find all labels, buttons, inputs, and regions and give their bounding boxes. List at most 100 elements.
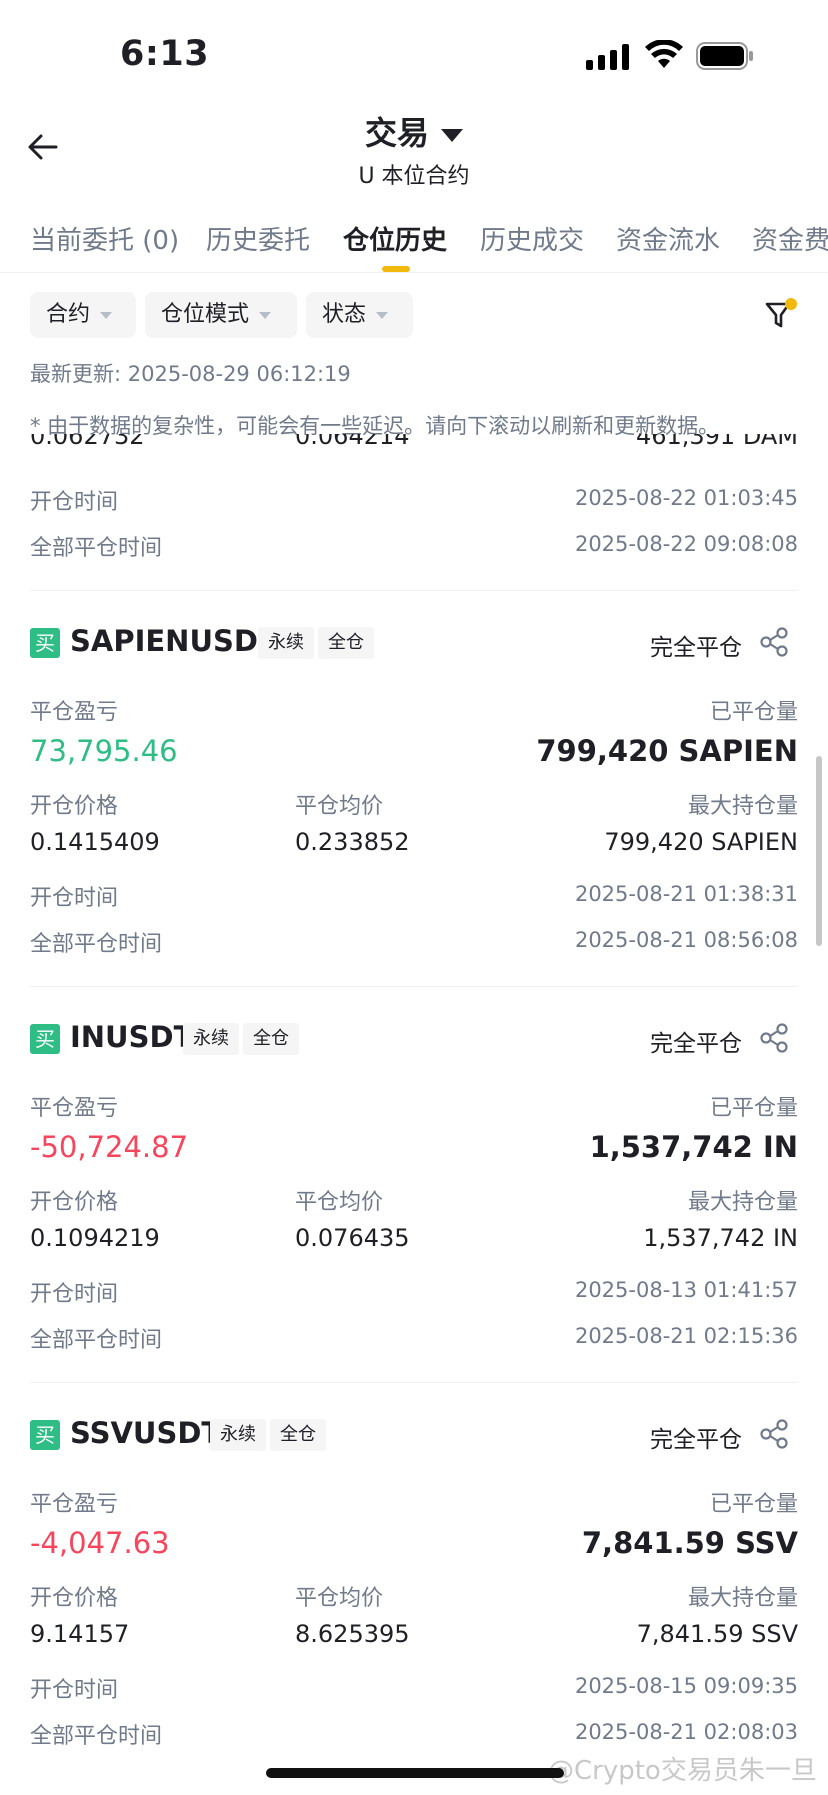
open-price-value: 0.1415409 — [30, 828, 160, 856]
tag-cross: 全仓 — [243, 1023, 299, 1055]
tab-funding-fee[interactable]: 资金费 — [752, 220, 828, 257]
tab-order-history[interactable]: 历史委托 — [206, 220, 310, 257]
open-time-value: 2025-08-21 01:38:31 — [574, 882, 798, 906]
partial-open-price: 0.062732 — [30, 434, 145, 450]
partial-close-time-label: 全部平仓时间 — [30, 536, 163, 561]
close-time-value: 2025-08-21 02:08:03 — [574, 1720, 798, 1744]
open-price-label: 开仓价格 — [30, 1586, 119, 1611]
tab-position-history[interactable]: 仓位历史 — [343, 220, 447, 257]
close-time-label: 全部平仓时间 — [30, 932, 163, 957]
partial-open-time: 2025-08-22 01:03:45 — [574, 486, 798, 510]
pnl-label: 平仓盈亏 — [30, 1096, 119, 1121]
share-icon[interactable] — [758, 1418, 790, 1450]
status-fully-closed: 完全平仓 — [650, 1427, 742, 1453]
partial-row-clip: 0.062732 0.064214 461,391 DAM — [0, 434, 828, 454]
filter-status[interactable]: 状态 — [306, 292, 413, 338]
battery-icon — [696, 42, 753, 70]
partial-open-time-label: 开仓时间 — [30, 490, 119, 515]
position-symbol: INUSDT — [70, 1020, 194, 1054]
close-avg-value: 8.625395 — [295, 1620, 410, 1648]
position-card[interactable]: 买 INUSDT 永续 全仓 完全平仓 平仓盈亏 已平仓量 -50,724.87… — [0, 1020, 828, 1392]
close-avg-label: 平仓均价 — [295, 1190, 384, 1215]
last-updated: 最新更新: 2025-08-29 06:12:19 — [30, 362, 351, 386]
closed-qty-value: 1,537,742 IN — [589, 1130, 798, 1164]
divider — [30, 986, 798, 987]
closed-qty-label: 已平仓量 — [709, 700, 798, 725]
closed-qty-value: 7,841.59 SSV — [581, 1526, 798, 1560]
close-time-value: 2025-08-21 08:56:08 — [574, 928, 798, 952]
max-qty-value: 1,537,742 IN — [643, 1224, 798, 1252]
position-card[interactable]: 买 SSVUSDT 永续 全仓 完全平仓 平仓盈亏 已平仓量 -4,047.63… — [0, 1416, 828, 1788]
pnl-value: -50,724.87 — [30, 1130, 189, 1164]
close-avg-label: 平仓均价 — [295, 1586, 384, 1611]
open-price-value: 9.14157 — [30, 1620, 130, 1648]
close-avg-value: 0.233852 — [295, 828, 410, 856]
status-time: 6:13 — [120, 34, 210, 74]
filter-position-mode[interactable]: 仓位模式 — [145, 292, 297, 338]
buy-badge: 买 — [30, 1024, 60, 1054]
filter-contract-label: 合约 — [46, 302, 91, 327]
share-icon[interactable] — [758, 1022, 790, 1054]
page-title[interactable]: 交易 — [0, 108, 828, 154]
page-subtitle: U 本位合约 — [358, 164, 470, 189]
open-time-value: 2025-08-13 01:41:57 — [574, 1278, 798, 1302]
caret-down-icon — [259, 311, 272, 319]
tab-trade-history[interactable]: 历史成交 — [480, 220, 584, 257]
close-time-label: 全部平仓时间 — [30, 1328, 163, 1353]
buy-badge: 买 — [30, 1420, 60, 1450]
partial-close-avg: 0.064214 — [295, 434, 410, 450]
closed-qty-label: 已平仓量 — [709, 1492, 798, 1517]
pnl-value: 73,795.46 — [30, 734, 178, 768]
partial-max-qty: 461,391 DAM — [635, 434, 798, 450]
watermark: @Crypto交易员朱一旦 — [548, 1756, 817, 1786]
open-time-value: 2025-08-15 09:09:35 — [574, 1674, 798, 1698]
open-time-label: 开仓时间 — [30, 886, 119, 911]
divider — [30, 590, 798, 591]
open-price-label: 开仓价格 — [30, 1190, 119, 1215]
close-avg-value: 0.076435 — [295, 1224, 410, 1252]
partial-close-time: 2025-08-22 09:08:08 — [574, 532, 798, 556]
caret-down-icon — [376, 311, 389, 319]
max-qty-label: 最大持仓量 — [687, 794, 798, 819]
close-time-value: 2025-08-21 02:15:36 — [574, 1324, 798, 1348]
close-avg-label: 平仓均价 — [295, 794, 384, 819]
open-time-label: 开仓时间 — [30, 1282, 119, 1307]
open-price-label: 开仓价格 — [30, 794, 119, 819]
share-icon[interactable] — [758, 626, 790, 658]
page-title-text: 交易 — [364, 114, 429, 152]
open-time-label: 开仓时间 — [30, 1678, 119, 1703]
status-fully-closed: 完全平仓 — [650, 635, 742, 661]
buy-badge: 买 — [30, 628, 60, 658]
divider — [30, 1382, 798, 1383]
max-qty-value: 7,841.59 SSV — [636, 1620, 798, 1648]
home-indicator[interactable] — [266, 1768, 564, 1778]
tag-perpetual: 永续 — [210, 1419, 266, 1451]
pnl-label: 平仓盈亏 — [30, 1492, 119, 1517]
filter-position-mode-label: 仓位模式 — [161, 302, 250, 327]
tab-open-orders[interactable]: 当前委托 (0) — [30, 220, 179, 257]
filter-status-label: 状态 — [322, 302, 367, 327]
max-qty-value: 799,420 SAPIEN — [604, 828, 798, 856]
tag-cross: 全仓 — [270, 1419, 326, 1451]
close-time-label: 全部平仓时间 — [30, 1724, 163, 1749]
position-symbol: SSVUSDT — [70, 1416, 222, 1450]
tab-transaction-history[interactable]: 资金流水 — [616, 220, 720, 257]
tag-cross: 全仓 — [318, 627, 374, 659]
pnl-value: -4,047.63 — [30, 1526, 170, 1560]
closed-qty-value: 799,420 SAPIEN — [536, 734, 798, 768]
filter-icon[interactable] — [764, 296, 798, 332]
tag-perpetual: 永续 — [258, 627, 314, 659]
wifi-icon — [645, 40, 683, 68]
position-symbol: SAPIENUSDT — [70, 624, 278, 658]
scrollbar[interactable] — [816, 756, 822, 946]
filter-contract[interactable]: 合约 — [30, 292, 136, 338]
divider — [0, 272, 828, 273]
cellular-signal-icon — [586, 44, 629, 70]
max-qty-label: 最大持仓量 — [687, 1190, 798, 1215]
status-fully-closed: 完全平仓 — [650, 1031, 742, 1057]
position-card[interactable]: 买 SAPIENUSDT 永续 全仓 完全平仓 平仓盈亏 已平仓量 73,795… — [0, 624, 828, 996]
max-qty-label: 最大持仓量 — [687, 1586, 798, 1611]
chevron-down-icon — [441, 128, 463, 142]
caret-down-icon — [100, 311, 113, 319]
tag-perpetual: 永续 — [183, 1023, 239, 1055]
